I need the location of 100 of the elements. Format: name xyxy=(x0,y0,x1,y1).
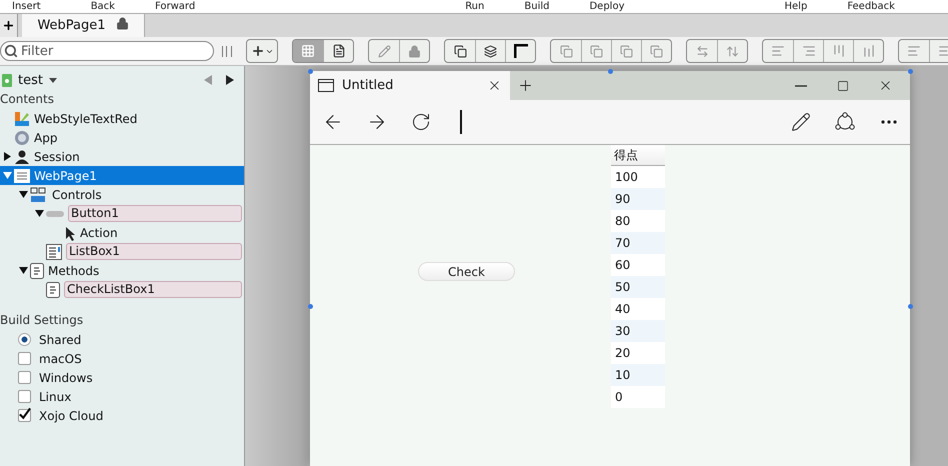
menu-item[interactable]: Insert xyxy=(12,0,41,12)
layers-icon xyxy=(620,44,633,58)
option-label: Linux xyxy=(39,390,72,404)
expanded-icon[interactable] xyxy=(34,209,44,218)
more-icon xyxy=(881,120,897,124)
pencil-icon xyxy=(378,44,390,58)
list-row[interactable]: 0 xyxy=(611,386,665,408)
tree-item[interactable]: Session xyxy=(0,147,244,166)
lock-icon[interactable] xyxy=(116,17,129,30)
tab-title: Untitled xyxy=(342,78,394,93)
search-icon xyxy=(4,44,18,58)
person-icon xyxy=(14,148,30,164)
list-row[interactable]: 50 xyxy=(611,276,665,298)
filter-field[interactable]: Filter xyxy=(0,41,214,61)
listbox-icon xyxy=(46,244,62,260)
checkbox[interactable] xyxy=(18,352,31,365)
page-icon xyxy=(14,168,30,182)
back-icon[interactable] xyxy=(204,75,212,85)
menu-item[interactable]: Back xyxy=(90,0,115,12)
menu-item[interactable]: Run xyxy=(465,0,484,12)
selection-handle[interactable] xyxy=(908,69,913,74)
align-top-icon xyxy=(832,44,846,58)
project-name[interactable]: test xyxy=(18,72,43,88)
method-icon xyxy=(30,262,44,278)
layers-icon xyxy=(454,44,466,58)
grid-icon xyxy=(301,44,315,58)
list-row[interactable]: 80 xyxy=(611,210,665,232)
pencil-icon xyxy=(791,112,811,132)
document-tab[interactable]: WebPage1 xyxy=(22,14,145,37)
list-row[interactable]: 100 xyxy=(611,166,665,188)
plus-icon xyxy=(2,19,15,32)
tree-item[interactable]: WebStyleTextRed xyxy=(0,109,244,128)
align-bottom-icon xyxy=(862,44,876,58)
browser-tab[interactable]: Untitled xyxy=(310,71,510,100)
distribute-icon xyxy=(938,44,948,58)
selection-handle[interactable] xyxy=(608,69,613,74)
list-row[interactable]: 70 xyxy=(611,232,665,254)
list-row[interactable]: 60 xyxy=(611,254,665,276)
layers-icon xyxy=(590,44,603,58)
checkbox[interactable] xyxy=(18,409,31,422)
list-row[interactable]: 10 xyxy=(611,364,665,386)
stack-icon xyxy=(484,44,497,58)
option-label: Xojo Cloud xyxy=(39,408,104,422)
text-caret xyxy=(460,110,462,134)
layers-icon xyxy=(560,44,572,58)
menu-item[interactable]: Build xyxy=(524,0,550,12)
checkbox[interactable] xyxy=(18,390,31,403)
option-label: Shared xyxy=(39,332,82,346)
tree-item[interactable]: App xyxy=(0,128,244,147)
option-label: Windows xyxy=(39,370,93,384)
project-icon xyxy=(2,74,12,86)
refresh-icon xyxy=(411,112,431,132)
maximize-icon xyxy=(837,80,849,92)
selection-handle[interactable] xyxy=(308,69,313,74)
column-header[interactable]: 得点 xyxy=(611,145,665,166)
window-icon xyxy=(318,79,334,92)
list-row[interactable]: 90 xyxy=(611,188,665,210)
checkbox[interactable] xyxy=(18,371,31,384)
forward-icon[interactable] xyxy=(226,75,234,85)
horizontal-arrows-icon xyxy=(696,44,708,58)
tree-item[interactable]: Controls xyxy=(0,185,244,204)
palette-icon xyxy=(14,110,30,126)
menu-item[interactable]: Deploy xyxy=(589,0,624,12)
method-icon xyxy=(46,282,60,298)
plus-icon xyxy=(250,44,264,58)
expanded-icon[interactable] xyxy=(18,190,28,199)
controls-icon xyxy=(30,186,48,202)
caret-icon[interactable] xyxy=(48,78,57,82)
share-icon xyxy=(834,112,856,132)
list-row[interactable]: 30 xyxy=(611,320,665,342)
align-right-icon xyxy=(802,44,816,58)
menu-item[interactable]: Help xyxy=(784,0,808,12)
layers-icon xyxy=(650,44,663,58)
section-heading: Build Settings xyxy=(0,312,84,329)
list-row[interactable]: 40 xyxy=(611,298,665,320)
tab-label: WebPage1 xyxy=(37,18,106,33)
tree-item[interactable]: Methods xyxy=(0,261,244,280)
app-icon xyxy=(14,130,30,146)
minimize-icon xyxy=(795,84,807,86)
grip-icon[interactable] xyxy=(222,46,232,56)
radio-button[interactable] xyxy=(18,333,31,346)
expanded-icon[interactable] xyxy=(18,266,28,275)
distribute-icon xyxy=(907,44,921,58)
menu-item[interactable]: Feedback xyxy=(847,0,895,12)
tree-item[interactable]: WebPage1 xyxy=(0,166,244,185)
lock-icon xyxy=(408,44,421,58)
button-icon xyxy=(46,210,64,218)
selection-handle[interactable] xyxy=(308,304,313,309)
document-icon xyxy=(332,44,346,58)
option-label: macOS xyxy=(39,352,82,366)
vertical-arrows-icon xyxy=(726,44,739,58)
add-tab-button[interactable] xyxy=(0,14,18,37)
tree-item[interactable]: Action xyxy=(0,223,244,242)
menu-item[interactable]: Forward xyxy=(154,0,196,12)
ruler-icon xyxy=(514,44,528,58)
section-heading: Contents xyxy=(0,91,55,108)
selection-handle[interactable] xyxy=(908,304,913,309)
list-row[interactable]: 20 xyxy=(611,342,665,364)
check-button[interactable]: Check xyxy=(418,262,515,281)
collapsed-icon[interactable] xyxy=(2,152,12,161)
